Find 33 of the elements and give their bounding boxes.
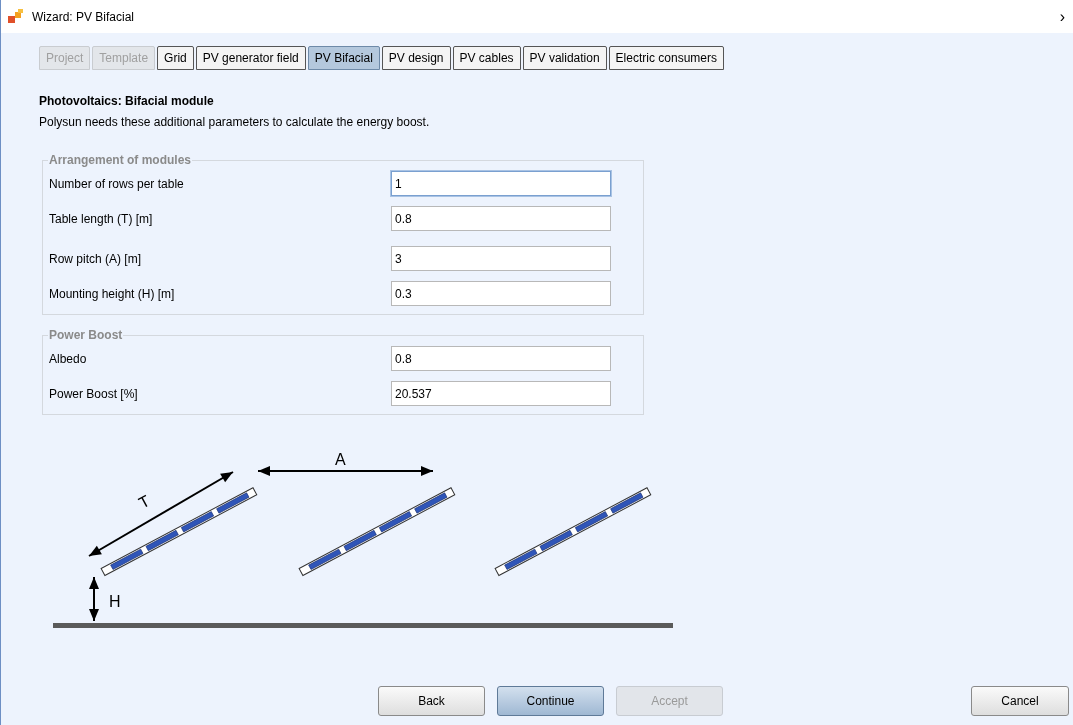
dialog-button[interactable]: Continue — [497, 686, 604, 716]
input-field[interactable]: 0.8 — [391, 206, 611, 231]
field-label: Power Boost [%] — [49, 385, 139, 403]
group-title: Power Boost — [48, 327, 124, 344]
input-field[interactable]: 0.3 — [391, 281, 611, 306]
tab[interactable]: PV design — [381, 46, 451, 70]
tab[interactable]: PV cables — [452, 46, 521, 70]
field-label: Row pitch (A) [m] — [49, 250, 142, 268]
group-title: Arrangement of modules — [48, 152, 193, 169]
input-field[interactable]: 20.537 — [391, 381, 611, 406]
field-label: Number of rows per table — [49, 175, 185, 193]
nav-glyph[interactable]: › — [1059, 4, 1066, 29]
tab[interactable]: PV generator field — [195, 46, 306, 70]
input-field[interactable]: 0.8 — [391, 346, 611, 371]
tab[interactable]: PV validation — [522, 46, 607, 70]
window-title: Wizard: PV Bifacial — [32, 8, 135, 26]
tab[interactable]: Electric consumers — [608, 46, 724, 70]
pitch-label: A — [335, 451, 346, 468]
height-label: H — [109, 593, 121, 610]
field-label: Table length (T) [m] — [49, 210, 154, 228]
input-field[interactable]: 3 — [391, 246, 611, 271]
field-label: Mounting height (H) [m] — [49, 285, 176, 303]
tab[interactable]: Grid — [157, 46, 194, 70]
field-label: Albedo — [49, 350, 88, 368]
app-logo-icon — [8, 8, 24, 25]
dialog-button[interactable]: Back — [378, 686, 485, 716]
dialog-button[interactable]: Cancel — [971, 686, 1069, 716]
section-heading: Photovoltaics: Bifacial module — [39, 94, 215, 108]
length-label: T — [135, 492, 153, 512]
description-text: Polysun needs these additional parameters to calculate the energy boost. — [39, 115, 431, 129]
height-arrow — [89, 576, 99, 622]
input-field[interactable]: 1 — [391, 171, 611, 196]
tab[interactable]: PV Bifacial — [307, 46, 380, 70]
